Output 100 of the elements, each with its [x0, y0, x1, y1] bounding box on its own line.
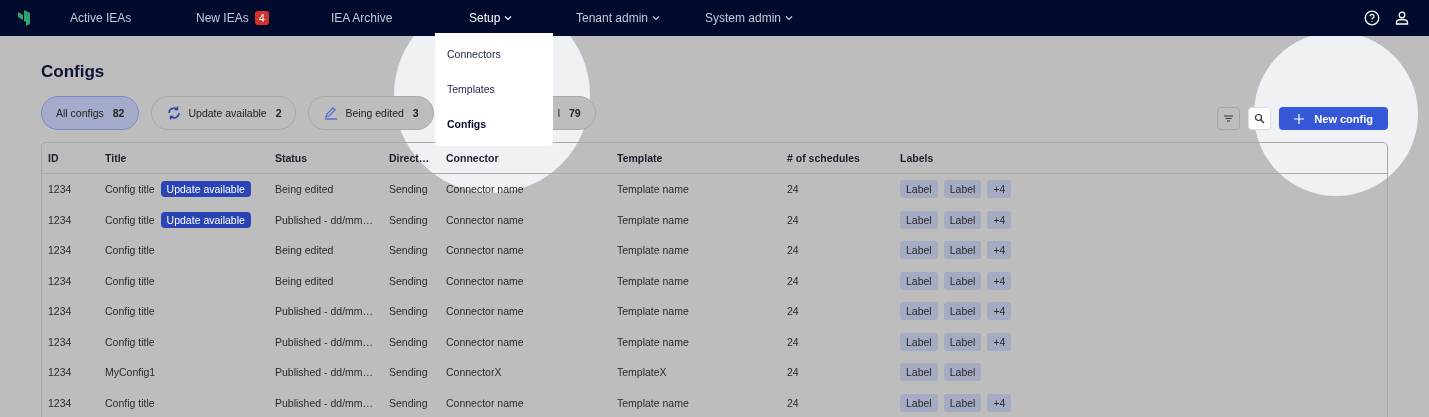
count-badge: 4: [254, 11, 269, 25]
plus-icon: [1294, 113, 1305, 124]
table-cell-text: Template name: [617, 335, 690, 348]
user-icon[interactable]: [1394, 10, 1410, 26]
table-cell-text: Being edited: [275, 183, 335, 196]
table-cell-text: Connector name: [446, 183, 525, 196]
label-tag: +4: [987, 332, 1012, 351]
label-tag: Label: [943, 271, 982, 290]
column-header[interactable]: Template: [617, 152, 787, 164]
logo-icon: [17, 9, 31, 27]
table-cell-text: 1234: [48, 274, 73, 287]
page-title: Configs: [41, 62, 106, 82]
table-cell: Config title: [105, 396, 155, 409]
search-icon: [1254, 113, 1266, 124]
table-cell-text: Published - dd/mm…: [275, 305, 375, 318]
table-cell-text: Template name: [617, 274, 690, 287]
label-tag: Label: [900, 180, 938, 199]
update-badge: Update available: [160, 211, 251, 228]
table-cell: Config title: [105, 213, 155, 226]
table-cell-text: Published - dd/mm…: [275, 335, 375, 348]
nav-item[interactable]: IEA Archive: [331, 11, 393, 25]
table-cell-text: Template name: [617, 396, 690, 409]
table-cell-text: Sending: [389, 335, 429, 348]
table-cell-text: Sending: [389, 366, 429, 379]
table-cell-text: 1234: [48, 213, 73, 226]
column-header[interactable]: Connector: [446, 152, 617, 164]
menu-item[interactable]: Templates: [435, 72, 553, 107]
label-tag: Label: [943, 180, 982, 199]
label-tag: Label: [900, 363, 938, 382]
menu-item[interactable]: Configs: [435, 107, 553, 142]
table-cell-text: Connector name: [446, 213, 525, 226]
table-cell-text: 24: [787, 183, 800, 196]
table-cell-text: ConnectorX: [446, 366, 503, 379]
filter-icon: [1223, 113, 1235, 124]
column-header[interactable]: # of schedules: [787, 152, 900, 164]
column-header[interactable]: Status: [275, 152, 389, 164]
table-cell-text: 1234: [48, 305, 73, 318]
search-button[interactable]: [1248, 107, 1272, 130]
label-tag: +4: [987, 210, 1012, 229]
table-cell-text: 24: [787, 335, 800, 348]
table-cell-text: 24: [787, 213, 800, 226]
label-tag: Label: [900, 302, 938, 321]
table-cell-text: Template name: [617, 213, 690, 226]
table-cell-text: Published - dd/mm…: [275, 396, 375, 409]
label-tag: +4: [987, 393, 1012, 412]
table-cell-text: Being edited: [275, 244, 335, 257]
filter-chip[interactable]: All configs 82: [41, 96, 140, 130]
table-cell-text: Published - dd/mm…: [275, 366, 375, 379]
filter-chip[interactable]: Being edited 3: [308, 96, 434, 130]
table-cell-text: 24: [787, 366, 800, 379]
table-cell-text: Being edited: [275, 274, 335, 287]
label-tag: Label: [943, 393, 982, 412]
table-cell-text: Sending: [389, 305, 429, 318]
label-tag: Label: [900, 210, 938, 229]
table-cell: Config title: [105, 244, 155, 257]
nav-item[interactable]: Tenant admin: [576, 11, 661, 25]
update-badge: Update available: [160, 181, 251, 198]
label-tag: +4: [987, 271, 1012, 290]
table-cell-text: 24: [787, 244, 800, 257]
table-cell-text: Connector name: [446, 244, 525, 257]
table-cell-text: TemplateX: [617, 366, 668, 379]
column-header[interactable]: Labels: [900, 152, 1387, 164]
nav-item[interactable]: System admin: [705, 11, 794, 25]
filter-chip[interactable]: Update available 2: [151, 96, 297, 130]
column-header[interactable]: Direct…: [389, 152, 446, 164]
new-config-button[interactable]: New config: [1279, 107, 1388, 130]
table-cell-text: 1234: [48, 335, 73, 348]
table-cell-text: Sending: [389, 274, 429, 287]
table-cell-text: Template name: [617, 305, 690, 318]
label-tag: +4: [987, 302, 1012, 321]
table-cell-text: Sending: [389, 183, 429, 196]
table-cell-text: 24: [787, 274, 800, 287]
table-cell: Config title: [105, 335, 155, 348]
nav-item[interactable]: Active IEAs: [70, 11, 132, 25]
table-cell-text: 24: [787, 396, 800, 409]
table-cell: Config title: [105, 274, 155, 287]
column-header[interactable]: ID: [48, 152, 105, 164]
table-cell: Config title: [105, 183, 155, 196]
label-tag: Label: [900, 332, 938, 351]
menu-item[interactable]: Connectors: [435, 37, 553, 72]
table-cell-text: Template name: [617, 183, 690, 196]
table-cell-text: Connector name: [446, 335, 525, 348]
nav-item[interactable]: Setup: [469, 11, 513, 25]
table-cell-text: Connector name: [446, 305, 525, 318]
table-cell-text: Template name: [617, 244, 690, 257]
table-cell-text: Sending: [389, 244, 429, 257]
nav-item[interactable]: New IEAs 4: [196, 11, 269, 25]
refresh-icon: [166, 105, 183, 121]
label-tag: +4: [987, 241, 1012, 260]
label-tag: Label: [900, 271, 938, 290]
column-header[interactable]: Title: [105, 152, 275, 164]
table-cell-text: Published - dd/mm…: [275, 213, 375, 226]
table-cell: MyConfig1: [105, 366, 156, 379]
table-cell-text: Sending: [389, 396, 429, 409]
table-cell: Config title: [105, 305, 155, 318]
label-tag: Label: [943, 363, 982, 382]
label-tag: Label: [900, 393, 938, 412]
table-cell-text: 24: [787, 305, 800, 318]
label-tag: Label: [943, 241, 982, 260]
help-icon[interactable]: [1364, 10, 1380, 26]
